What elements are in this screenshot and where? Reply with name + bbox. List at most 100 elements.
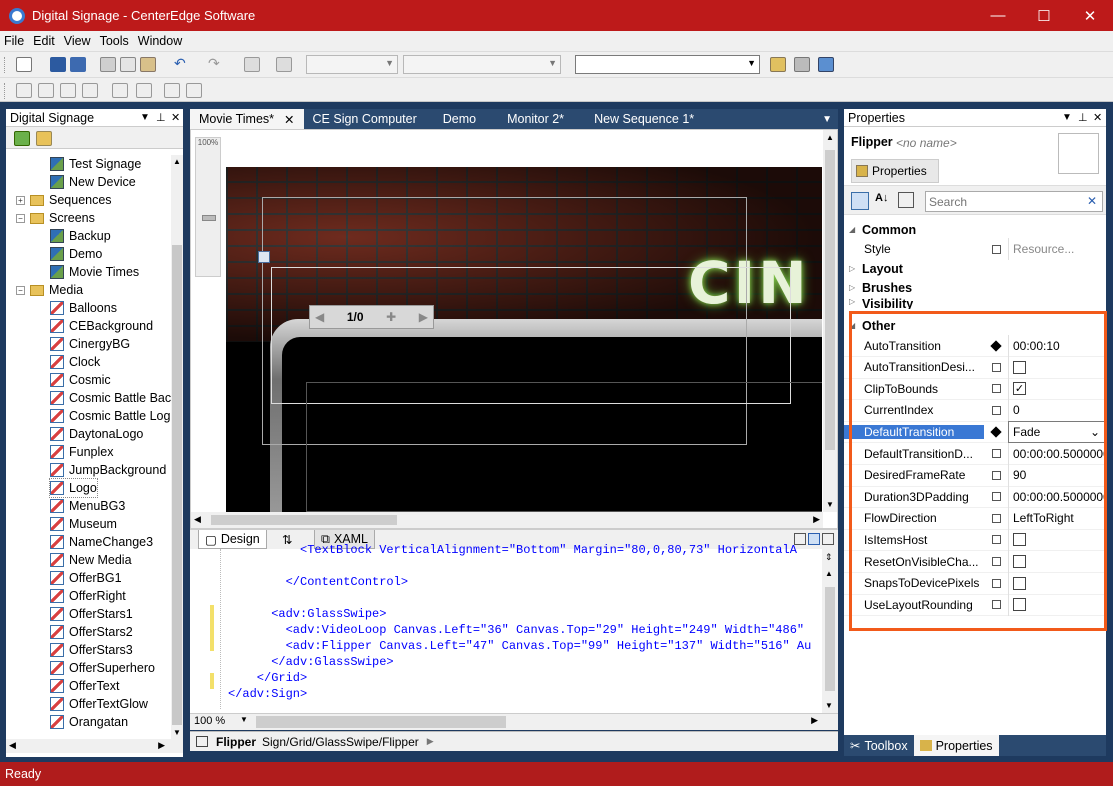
category-visibility[interactable]: ▷ Visibility: [844, 297, 1106, 309]
property-row[interactable]: ClipToBounds ✓: [844, 377, 1106, 401]
tab-properties[interactable]: Properties: [913, 735, 999, 756]
collapse-pane-icon[interactable]: [822, 533, 834, 545]
save-all-icon[interactable]: [70, 57, 86, 72]
tree-item[interactable]: OfferTextGlow: [50, 695, 148, 713]
clear-search-icon[interactable]: ✕: [1087, 194, 1097, 208]
checkbox[interactable]: [1013, 576, 1026, 590]
toolbar-grip-2[interactable]: [4, 83, 7, 99]
category-layout[interactable]: ▷ Layout: [844, 259, 1106, 278]
align-center-icon[interactable]: [38, 83, 54, 98]
tree-scroll-thumb[interactable]: [172, 245, 182, 725]
tree-item[interactable]: Cosmic: [50, 371, 111, 389]
property-row[interactable]: ResetOnVisibleCha...: [844, 550, 1106, 573]
property-checkbox[interactable]: ✓: [1008, 377, 1106, 400]
property-row[interactable]: FlowDirection LeftToRight: [844, 507, 1106, 530]
close-panel-icon[interactable]: ✕: [171, 111, 180, 124]
tree-item[interactable]: Media: [30, 281, 83, 299]
property-row[interactable]: AutoTransition 00:00:10: [844, 334, 1106, 357]
breadcrumb-path[interactable]: Sign/Grid/GlassSwipe/Flipper: [262, 735, 419, 749]
checkbox[interactable]: [1013, 533, 1026, 547]
sign-preview[interactable]: CIN ◀ 1/0 ✚ ▶: [226, 167, 822, 512]
default-value-marker-icon[interactable]: [984, 492, 1008, 502]
default-value-marker-icon[interactable]: [984, 405, 1008, 415]
property-value[interactable]: 0: [1008, 399, 1106, 422]
property-checkbox[interactable]: [1008, 550, 1106, 573]
property-row[interactable]: IsItemsHost: [844, 528, 1106, 552]
refresh-icon[interactable]: [14, 131, 30, 146]
close-panel-icon[interactable]: ✕: [1093, 111, 1102, 124]
checkbox[interactable]: [1013, 555, 1026, 568]
tree-item[interactable]: Screens: [30, 209, 95, 227]
property-row[interactable]: Duration3DPadding 00:00:00.5000000: [844, 485, 1106, 509]
editor-vscroll[interactable]: ⇕ ▲ ▼: [822, 549, 838, 713]
categorized-icon[interactable]: [851, 192, 869, 210]
pin-icon[interactable]: ⊥: [156, 111, 166, 124]
property-value[interactable]: 00:00:00.5000000: [1008, 442, 1106, 465]
tree-item[interactable]: OfferStars1: [50, 605, 133, 623]
default-value-marker-icon[interactable]: [984, 557, 1008, 566]
undo-icon[interactable]: ↶: [174, 55, 190, 71]
maximize-button[interactable]: ☐: [1021, 0, 1067, 31]
property-value[interactable]: 00:00:00.5000000: [1008, 485, 1106, 508]
next-icon[interactable]: ▶: [419, 310, 428, 324]
category-common[interactable]: ◢ Common: [844, 220, 1106, 239]
window-icon[interactable]: [818, 57, 834, 72]
tree-item[interactable]: Movie Times: [50, 263, 139, 281]
tree-hscrollbar[interactable]: ◀ ▶: [6, 739, 183, 753]
designer-hscroll[interactable]: ◀ ▶: [191, 512, 823, 528]
property-row[interactable]: AutoTransitionDesi...: [844, 356, 1106, 379]
tree-item[interactable]: Backup: [50, 227, 111, 245]
tree-item[interactable]: NameChange3: [50, 533, 153, 551]
tree-item[interactable]: OfferStars3: [50, 641, 133, 659]
navigate-forward-icon[interactable]: [276, 57, 292, 72]
category-brushes[interactable]: ▷ Brushes: [844, 278, 1106, 297]
close-button[interactable]: ✕: [1067, 0, 1113, 31]
events-icon[interactable]: [898, 192, 914, 208]
tab-toolbox[interactable]: ✂ Toolbox: [844, 735, 914, 756]
dropdown-icon[interactable]: ▼: [140, 112, 150, 123]
tree-item[interactable]: OfferText: [50, 677, 119, 695]
zoom-level[interactable]: 100 %: [194, 715, 225, 727]
design-surface[interactable]: 100% CIN ◀ 1/0 ✚ ▶ ▲ ▼ ◀ ▶: [190, 129, 838, 529]
add-icon[interactable]: ✚: [386, 310, 396, 324]
tree-item[interactable]: Museum: [50, 515, 117, 533]
uncomment-icon[interactable]: [186, 83, 202, 98]
default-value-marker-icon[interactable]: [984, 362, 1008, 372]
zoom-thumb[interactable]: [202, 215, 216, 221]
zoom-slider[interactable]: 100%: [195, 137, 221, 277]
pin-icon[interactable]: ⊥: [1078, 111, 1088, 124]
menu-window[interactable]: Window: [134, 34, 187, 48]
editor-hscroll-thumb[interactable]: [256, 716, 506, 728]
indent-icon[interactable]: [112, 83, 128, 98]
scroll-right-icon[interactable]: ▶: [811, 715, 818, 726]
tree-item[interactable]: Cosmic Battle Log: [50, 407, 170, 425]
property-row[interactable]: SnapsToDevicePixels: [844, 572, 1106, 595]
align-right-icon[interactable]: [60, 83, 76, 98]
move-handle-icon[interactable]: [258, 251, 270, 263]
tree-item[interactable]: CEBackground: [50, 317, 153, 335]
default-value-marker-icon[interactable]: [984, 470, 1008, 480]
property-checkbox[interactable]: [1008, 572, 1106, 595]
tab-demo[interactable]: Demo: [426, 109, 493, 129]
horizontal-split-icon[interactable]: [808, 533, 820, 545]
category-other[interactable]: ◢ Other: [844, 316, 1106, 335]
tree-item[interactable]: OfferRight: [50, 587, 126, 605]
redo-icon[interactable]: ↷: [208, 55, 224, 71]
tree-item[interactable]: MenuBG3: [50, 497, 125, 515]
tree-item[interactable]: Balloons: [50, 299, 117, 317]
menu-edit[interactable]: Edit: [29, 34, 60, 48]
tree-item[interactable]: JumpBackground: [50, 461, 166, 479]
tree-item[interactable]: OfferBG1: [50, 569, 122, 587]
property-row[interactable]: DefaultTransitionD... 00:00:00.5000000: [844, 442, 1106, 465]
chevron-down-icon[interactable]: ⌄: [1090, 425, 1100, 439]
comment-icon[interactable]: [164, 83, 180, 98]
tree-item[interactable]: Clock: [50, 353, 100, 371]
outdent-icon[interactable]: [136, 83, 152, 98]
tree-item[interactable]: Funplex: [50, 443, 113, 461]
tree-item[interactable]: Cosmic Battle Bac: [50, 389, 171, 407]
paste-icon[interactable]: [140, 57, 156, 72]
property-row[interactable]: UseLayoutRounding: [844, 593, 1106, 617]
tab-movie-times[interactable]: Movie Times* ✕: [190, 109, 304, 129]
menu-file[interactable]: File: [0, 34, 29, 48]
tree-item[interactable]: New Media: [50, 551, 132, 569]
